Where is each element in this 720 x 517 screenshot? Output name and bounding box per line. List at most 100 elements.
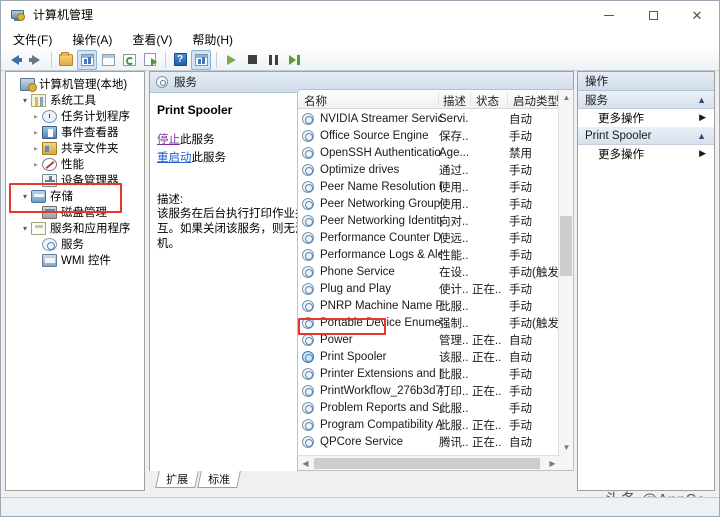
chevron-right-icon[interactable]: ▶: [699, 112, 706, 123]
export-list-icon[interactable]: [140, 50, 160, 70]
tree-item-shared-folders[interactable]: 共享文件夹: [8, 140, 144, 156]
chevron-right-icon[interactable]: [30, 128, 42, 137]
stop-service-icon[interactable]: [242, 50, 262, 70]
chevron-up-icon[interactable]: ▲: [697, 95, 706, 105]
horizontal-scroll-thumb[interactable]: [314, 458, 540, 469]
tree-item-performance[interactable]: 性能: [8, 156, 144, 172]
table-row[interactable]: Problem Reports and Solut...此服... 手动: [298, 399, 558, 416]
actions-more-actions-print-spooler[interactable]: 更多操作 ▶: [578, 145, 714, 163]
table-row[interactable]: PrintWorkflow_276b3d7 打印... 正在... 手动: [298, 382, 558, 399]
tree-item-event-viewer[interactable]: 事件查看器: [8, 124, 144, 140]
column-header-status[interactable]: 状态: [476, 93, 499, 109]
table-row[interactable]: Phone Service 在设... 手动(触发...: [298, 263, 558, 280]
table-row[interactable]: Performance Logs & Alerts性能... 手动: [298, 246, 558, 263]
stop-service-link[interactable]: 停止: [157, 134, 180, 146]
column-divider[interactable]: [470, 92, 471, 106]
tab-standard[interactable]: 标准: [197, 471, 241, 488]
menu-action[interactable]: 操作(A): [68, 30, 122, 49]
forward-icon[interactable]: [26, 50, 46, 70]
scroll-right-icon[interactable]: ▶: [545, 456, 560, 470]
computer-management-window: 计算机管理 ✕ 文件(F) 操作(A) 查看(V) 帮助(H) ? 计算机管理(…: [0, 0, 720, 517]
chevron-up-icon[interactable]: ▲: [697, 131, 706, 141]
actions-more-actions-services[interactable]: 更多操作 ▶: [578, 109, 714, 127]
up-folder-icon[interactable]: [56, 50, 76, 70]
table-row[interactable]: Print Spooler 该服... 正在... 自动: [298, 348, 558, 365]
scroll-left-icon[interactable]: ◀: [298, 456, 313, 470]
chevron-right-icon[interactable]: [30, 144, 42, 153]
actions-group-services[interactable]: 服务 ▲: [578, 91, 714, 109]
menu-help[interactable]: 帮助(H): [188, 30, 243, 49]
chevron-down-icon[interactable]: [19, 192, 31, 201]
services-list-horizontal-scrollbar[interactable]: ◀ ▶: [298, 455, 560, 470]
minimize-button[interactable]: [587, 1, 631, 29]
tab-extended[interactable]: 扩展: [155, 471, 199, 488]
column-header-startup-type[interactable]: 启动类型: [513, 93, 559, 109]
cell-startup-type: 手动: [509, 181, 532, 194]
tree-item-computer[interactable]: 计算机管理(本地): [8, 76, 144, 92]
column-divider[interactable]: [438, 92, 439, 106]
help-icon[interactable]: ?: [170, 50, 190, 70]
tree-item-task-scheduler[interactable]: 任务计划程序: [8, 108, 144, 124]
tree-item-wmi-control[interactable]: WMI 控件: [8, 252, 144, 268]
table-row[interactable]: PNRP Machine Name Publ...此服... 手动: [298, 297, 558, 314]
chevron-right-icon[interactable]: ▶: [699, 148, 706, 159]
table-row[interactable]: QPCore Service 腾讯... 正在... 自动: [298, 433, 558, 450]
chevron-right-icon[interactable]: [30, 112, 42, 121]
service-detail-title: Print Spooler: [157, 103, 233, 117]
cell-description: 此服...: [439, 368, 469, 381]
chevron-down-icon[interactable]: [19, 96, 31, 105]
chevron-right-icon[interactable]: [30, 160, 42, 169]
back-icon[interactable]: [5, 50, 25, 70]
chevron-down-icon[interactable]: [19, 224, 31, 233]
maximize-button[interactable]: [631, 1, 675, 29]
tree-item-system-tools[interactable]: 系统工具: [8, 92, 144, 108]
table-row[interactable]: Printer Extensions and Noti...此服... 手动: [298, 365, 558, 382]
refresh-icon[interactable]: [119, 50, 139, 70]
computer-icon: [20, 77, 37, 92]
show-action-pane-icon[interactable]: [191, 49, 211, 70]
table-row[interactable]: OpenSSH Authentication ...Age... 禁用: [298, 144, 558, 161]
table-row[interactable]: Portable Device Enumerat...强制... 手动(触发...: [298, 314, 558, 331]
service-icon: [302, 146, 314, 159]
properties-window-icon[interactable]: [98, 50, 118, 70]
table-row[interactable]: Performance Counter DLL ...使远... 手动: [298, 229, 558, 246]
tree-item-storage[interactable]: 存储: [8, 188, 144, 204]
restart-service-link-row: 重启动此服务: [157, 149, 292, 165]
services-list-vertical-scrollbar[interactable]: ▲ ▼: [558, 90, 573, 470]
scroll-down-icon[interactable]: ▼: [559, 440, 573, 455]
tree-item-device-manager[interactable]: 设备管理器: [8, 172, 144, 188]
tree-item-services[interactable]: 服务: [8, 236, 144, 252]
tree-item-disk-management[interactable]: 磁盘管理: [8, 204, 144, 220]
table-row[interactable]: Peer Networking Grouping 使用... 手动: [298, 195, 558, 212]
actions-pane: 操作 服务 ▲ 更多操作 ▶ Print Spooler ▲ 更多操作 ▶: [577, 71, 715, 491]
close-button[interactable]: ✕: [675, 1, 719, 29]
start-service-icon[interactable]: [221, 50, 241, 70]
column-header-description[interactable]: 描述: [443, 93, 466, 109]
vertical-scroll-thumb[interactable]: [560, 216, 572, 276]
table-row[interactable]: Peer Networking Identity ...向对... 手动: [298, 212, 558, 229]
scroll-up-icon[interactable]: ▲: [559, 90, 573, 105]
actions-group-print-spooler[interactable]: Print Spooler ▲: [578, 127, 714, 145]
table-row[interactable]: Quality Windows Audio Vi...优质 ...手动: [298, 450, 558, 452]
table-row[interactable]: Power 管理... 正在... 自动: [298, 331, 558, 348]
menu-file[interactable]: 文件(F): [9, 30, 62, 49]
tree-item-label: 共享文件夹: [61, 143, 119, 155]
cell-status: 正在...: [472, 385, 502, 398]
restart-service-icon[interactable]: [284, 50, 304, 70]
services-and-applications-icon: [31, 221, 46, 235]
column-header-name[interactable]: 名称: [304, 93, 327, 109]
column-divider[interactable]: [507, 92, 508, 106]
menu-view[interactable]: 查看(V): [128, 30, 182, 49]
table-row[interactable]: Optimize drives 通过... 手动: [298, 161, 558, 178]
tree-item-services-and-applications[interactable]: 服务和应用程序: [8, 220, 144, 236]
table-row[interactable]: Peer Name Resolution Pro...使用... 手动: [298, 178, 558, 195]
show-hide-console-tree-icon[interactable]: [77, 49, 97, 70]
pause-service-icon[interactable]: [263, 50, 283, 70]
table-row[interactable]: Office Source Engine 保存... 手动: [298, 127, 558, 144]
table-row[interactable]: NVIDIA Streamer ServiceServi... 自动: [298, 110, 558, 127]
table-row[interactable]: Program Compatibility Assi...此服...正在... 手…: [298, 416, 558, 433]
services-header-icon: [156, 76, 168, 88]
restart-service-link[interactable]: 重启动: [157, 152, 192, 164]
column-divider[interactable]: [556, 92, 557, 106]
table-row[interactable]: Plug and Play 使计... 正在... 手动: [298, 280, 558, 297]
